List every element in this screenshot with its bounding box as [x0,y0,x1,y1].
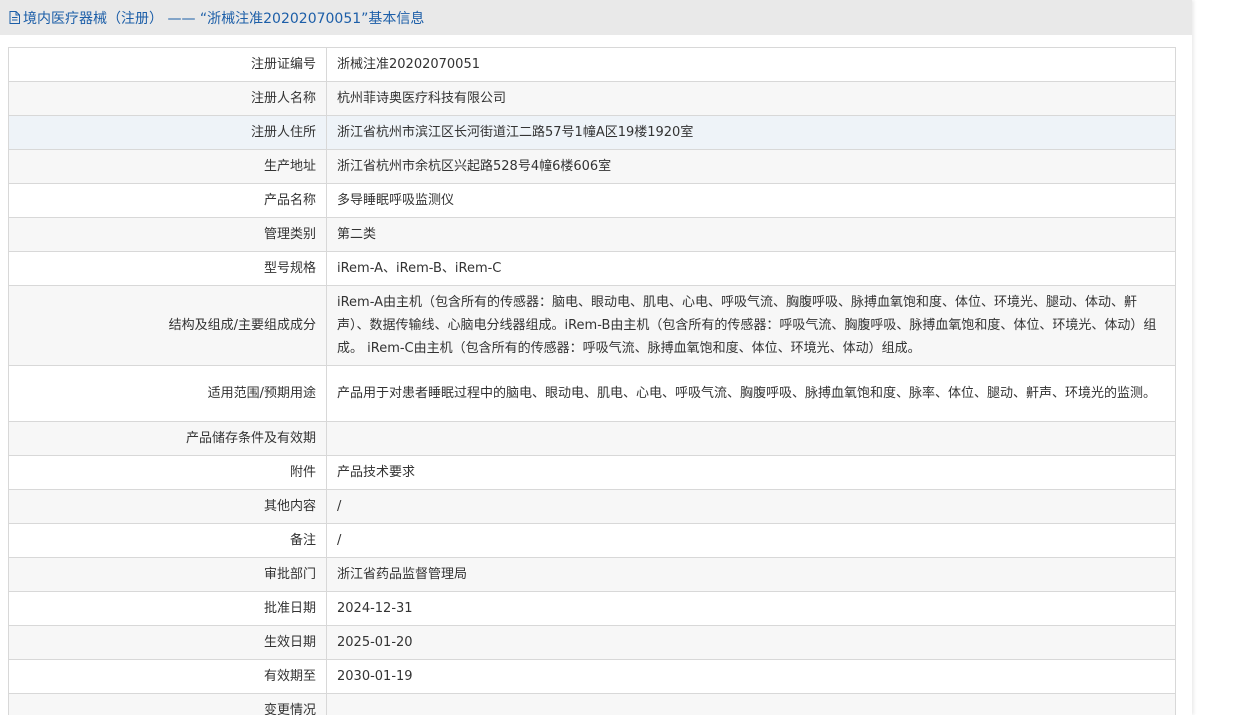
table-row: 注册人名称 杭州菲诗奥医疗科技有限公司 [8,81,1176,116]
table-row: 注册人住所 浙江省杭州市滨江区长河街道江二路57号1幢A区19楼1920室 [8,115,1176,150]
row-label: 备注 [8,523,327,558]
table-row: 其他内容 / [8,489,1176,524]
row-value: 产品技术要求 [326,455,1176,490]
row-value: 2030-01-19 [326,659,1176,694]
row-label: 适用范围/预期用途 [8,365,327,422]
table-row: 有效期至 2030-01-19 [8,659,1176,694]
row-label: 型号规格 [8,251,327,286]
table-row: 型号规格 iRem-A、iRem-B、iRem-C [8,251,1176,286]
table-row: 生效日期 2025-01-20 [8,625,1176,660]
row-value: 浙江省药品监督管理局 [326,557,1176,592]
row-value: 浙江省杭州市余杭区兴起路528号4幢6楼606室 [326,149,1176,184]
row-label: 结构及组成/主要组成成分 [8,285,327,366]
row-label: 生产地址 [8,149,327,184]
row-value: / [326,489,1176,524]
row-value: 2024-12-31 [326,591,1176,626]
page-header: 境内医疗器械（注册） —— “浙械注准20202070051”基本信息 [0,0,1192,35]
row-label: 审批部门 [8,557,327,592]
table-row: 注册证编号 浙械注准20202070051 [8,47,1176,82]
row-value: 浙械注准20202070051 [326,47,1176,82]
table-row: 批准日期 2024-12-31 [8,591,1176,626]
row-label: 批准日期 [8,591,327,626]
table-row: 变更情况 [8,693,1176,715]
row-value: 多导睡眠呼吸监测仪 [326,183,1176,218]
table-row: 适用范围/预期用途 产品用于对患者睡眠过程中的脑电、眼动电、肌电、心电、呼吸气流… [8,365,1176,422]
row-label: 管理类别 [8,217,327,252]
row-value: 2025-01-20 [326,625,1176,660]
table-row: 结构及组成/主要组成成分 iRem-A由主机（包含所有的传感器：脑电、眼动电、肌… [8,285,1176,366]
row-label: 注册人住所 [8,115,327,150]
row-value: 产品用于对患者睡眠过程中的脑电、眼动电、肌电、心电、呼吸气流、胸腹呼吸、脉搏血氧… [326,365,1176,422]
row-label: 其他内容 [8,489,327,524]
table-row: 产品名称 多导睡眠呼吸监测仪 [8,183,1176,218]
row-label: 注册人名称 [8,81,327,116]
table-row: 管理类别 第二类 [8,217,1176,252]
info-panel: 境内医疗器械（注册） —— “浙械注准20202070051”基本信息 注册证编… [0,0,1192,715]
row-value [326,693,1176,715]
table-row: 附件 产品技术要求 [8,455,1176,490]
row-value: 第二类 [326,217,1176,252]
table-row: 生产地址 浙江省杭州市余杭区兴起路528号4幢6楼606室 [8,149,1176,184]
row-label: 注册证编号 [8,47,327,82]
info-table: 注册证编号 浙械注准20202070051 注册人名称 杭州菲诗奥医疗科技有限公… [8,47,1176,715]
row-label: 产品储存条件及有效期 [8,421,327,456]
row-value [326,421,1176,456]
row-label: 有效期至 [8,659,327,694]
row-label: 变更情况 [8,693,327,715]
row-value: 浙江省杭州市滨江区长河街道江二路57号1幢A区19楼1920室 [326,115,1176,150]
row-value: iRem-A由主机（包含所有的传感器：脑电、眼动电、肌电、心电、呼吸气流、胸腹呼… [326,285,1176,366]
document-icon [9,11,20,24]
page-title: 境内医疗器械（注册） —— “浙械注准20202070051”基本信息 [23,10,425,27]
table-row: 产品储存条件及有效期 [8,421,1176,456]
row-label: 产品名称 [8,183,327,218]
table-row: 审批部门 浙江省药品监督管理局 [8,557,1176,592]
row-label: 生效日期 [8,625,327,660]
row-value: 杭州菲诗奥医疗科技有限公司 [326,81,1176,116]
row-label: 附件 [8,455,327,490]
row-value: / [326,523,1176,558]
table-row: 备注 / [8,523,1176,558]
row-value: iRem-A、iRem-B、iRem-C [326,251,1176,286]
